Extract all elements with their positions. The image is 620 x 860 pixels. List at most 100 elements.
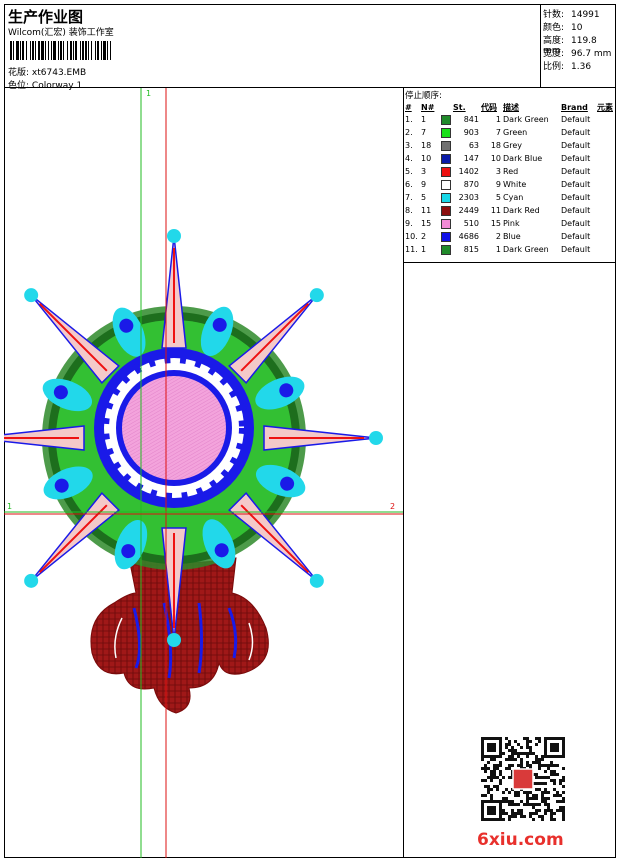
color-swatch [441, 114, 451, 125]
medallion-center [94, 348, 254, 508]
cell-st: 841 [463, 115, 479, 124]
watermark-logo: 6xiu.com [477, 830, 564, 850]
cell-element [596, 113, 614, 126]
header-brand: Brand [561, 102, 588, 112]
cell-desc: Green [503, 128, 528, 137]
color-table-header: # N# St. 代码 描述 Brand 元素 [404, 101, 614, 113]
color-table: # N# St. 代码 描述 Brand 元素 1. 1 841 1 Dark Gree… [404, 101, 614, 256]
color-row: 10. 2 4686 2 Blue Default [404, 230, 614, 243]
cell-desc: Red [503, 167, 519, 176]
cell-code: 15 [490, 219, 501, 228]
cell-st: 1402 [458, 167, 479, 176]
cell-code: 7 [495, 128, 501, 137]
cell-idx: 6. [405, 180, 413, 189]
cell-n: 18 [421, 141, 432, 150]
header-index: # [405, 102, 412, 112]
cell-idx: 8. [405, 206, 413, 215]
stat-width: 宽度: 96.7 mm [543, 49, 612, 59]
swatch-cell [440, 217, 452, 230]
design-file-line: 花版: xt6743.EMB [8, 65, 86, 78]
cell-element [596, 191, 614, 204]
cell-element [596, 204, 614, 217]
stop-sequence: 停止顺序: # N# St. 代码 描述 Brand 元素 1. 1 841 1 Dar… [404, 88, 616, 263]
color-swatch [441, 192, 451, 203]
color-row: 6. 9 870 9 White Default [404, 178, 614, 191]
cell-brand: Default [561, 154, 591, 163]
cell-idx: 4. [405, 154, 413, 163]
cell-brand: Default [561, 167, 591, 176]
cell-element [596, 230, 614, 243]
cell-code: 2 [495, 232, 501, 241]
cell-n: 9 [421, 180, 427, 189]
cell-element [596, 139, 614, 152]
stat-stitches: 针数: 14991 [543, 10, 600, 20]
axis-label-h1: 1 [7, 502, 12, 511]
cell-desc: Dark Blue [503, 154, 543, 163]
header-description: 描述 [503, 102, 519, 112]
cell-desc: Grey [503, 141, 522, 150]
stop-sequence-title: 停止顺序: [405, 91, 442, 101]
color-row: 7. 5 2303 5 Cyan Default [404, 191, 614, 204]
cell-brand: Default [561, 206, 591, 215]
page-title: 生产作业图 [8, 8, 84, 26]
cell-n: 15 [421, 219, 432, 228]
cell-idx: 11. [405, 245, 418, 254]
cell-brand: Default [561, 141, 591, 150]
cell-desc: Cyan [503, 193, 524, 202]
design-label: 花版: [8, 68, 30, 78]
cell-code: 10 [490, 154, 501, 163]
cell-element [596, 243, 614, 256]
cell-n: 1 [421, 115, 427, 124]
stat-colors: 颜色: 10 [543, 23, 583, 33]
cell-st: 147 [463, 154, 479, 163]
cell-n: 11 [421, 206, 432, 215]
color-swatch [441, 166, 451, 177]
stats-panel: 针数: 14991 颜色: 10 高度: 119.8 mm 宽度: 96.7 mm 比例… [540, 4, 616, 88]
cell-element [596, 178, 614, 191]
cell-brand: Default [561, 232, 591, 241]
cell-n: 3 [421, 167, 427, 176]
color-swatch [441, 153, 451, 164]
cell-brand: Default [561, 115, 591, 124]
color-swatch [441, 179, 451, 190]
color-row: 9. 15 510 15 Pink Default [404, 217, 614, 230]
cell-brand: Default [561, 219, 591, 228]
cell-element [596, 165, 614, 178]
cell-idx: 7. [405, 193, 413, 202]
cell-idx: 3. [405, 141, 413, 150]
color-swatch [441, 231, 451, 242]
swatch-cell [440, 139, 452, 152]
embroidery-design: 1 1 2 [4, 88, 403, 858]
cell-st: 63 [468, 141, 479, 150]
cell-code: 5 [495, 193, 501, 202]
header-needle: N# [421, 102, 435, 112]
color-row: 2. 7 903 7 Green Default [404, 126, 614, 139]
color-swatch [441, 140, 451, 151]
cell-st: 903 [463, 128, 479, 137]
cell-st: 4686 [458, 232, 479, 241]
cell-n: 1 [421, 245, 427, 254]
color-row: 3. 18 63 18 Grey Default [404, 139, 614, 152]
studio-subtitle: Wilcom(汇宏) 装饰工作室 [8, 28, 114, 38]
cell-idx: 5. [405, 167, 413, 176]
color-swatch [441, 218, 451, 229]
color-row: 1. 1 841 1 Dark Green Default [404, 113, 614, 126]
barcode-icon [10, 41, 111, 60]
cell-n: 7 [421, 128, 427, 137]
color-swatch [441, 205, 451, 216]
color-row: 4. 10 147 10 Dark Blue Default [404, 152, 614, 165]
color-row: 11. 1 815 1 Dark Green Default [404, 243, 614, 256]
cell-brand: Default [561, 180, 591, 189]
swatch-cell [440, 230, 452, 243]
header-element: 元素 [597, 102, 613, 112]
color-swatch [441, 127, 451, 138]
cell-element [596, 152, 614, 165]
cell-code: 1 [495, 115, 501, 124]
seal-stamp-icon [512, 768, 534, 790]
cell-element [596, 126, 614, 139]
cell-st: 815 [463, 245, 479, 254]
cell-desc: Pink [503, 219, 520, 228]
cell-desc: Dark Green [503, 245, 549, 254]
cell-st: 510 [463, 219, 479, 228]
cell-st: 870 [463, 180, 479, 189]
